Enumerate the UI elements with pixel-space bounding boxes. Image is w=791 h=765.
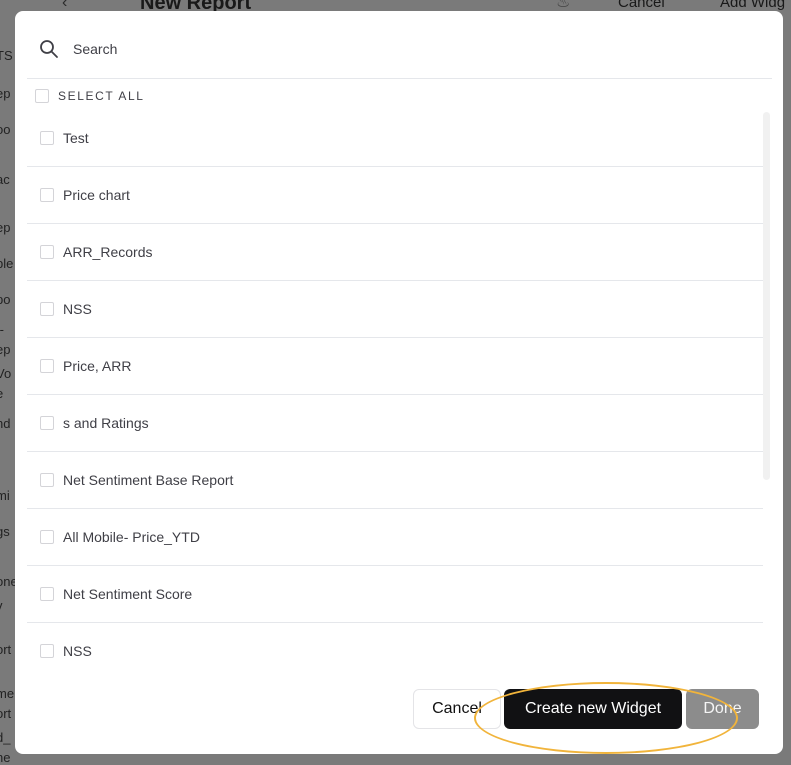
select-all-label: SELECT ALL (58, 89, 145, 103)
list-item[interactable]: All Mobile- Price_YTD (27, 509, 763, 566)
list-item-label: Net Sentiment Base Report (63, 472, 234, 488)
list-item-label: NSS (63, 643, 92, 659)
list-item[interactable]: Price chart (27, 167, 763, 224)
checkbox[interactable] (40, 473, 54, 487)
list-item-label: Net Sentiment Score (63, 586, 193, 602)
list-item[interactable]: NSS (27, 281, 763, 338)
checkbox[interactable] (40, 530, 54, 544)
list-item-label: Price, ARR (63, 358, 132, 374)
done-button[interactable]: Done (686, 689, 759, 729)
list-item[interactable]: NSS (27, 623, 763, 666)
checkbox[interactable] (40, 302, 54, 316)
checkbox[interactable] (40, 416, 54, 430)
checkbox[interactable] (40, 245, 54, 259)
list-scrollbar[interactable] (763, 112, 770, 480)
search-bar (27, 11, 772, 79)
list-item[interactable]: s and Ratings (27, 395, 763, 452)
list-item[interactable]: Price, ARR (27, 338, 763, 395)
select-all-checkbox[interactable]: SELECT ALL (35, 87, 145, 105)
search-icon (40, 40, 58, 58)
list-item-label: All Mobile- Price_YTD (63, 529, 200, 545)
checkbox[interactable] (40, 644, 54, 658)
checkbox[interactable] (35, 89, 49, 103)
list-item-label: Price chart (63, 187, 130, 203)
widget-list[interactable]: Test Price chart ARR_Records NSS Price, … (27, 110, 763, 666)
widget-picker-modal: SELECT ALL Test Price chart ARR_Records … (15, 11, 783, 754)
search-input[interactable] (71, 37, 675, 61)
list-item-label: NSS (63, 301, 92, 317)
list-item-label: ARR_Records (63, 244, 153, 260)
checkbox[interactable] (40, 188, 54, 202)
checkbox[interactable] (40, 587, 54, 601)
list-item[interactable]: Net Sentiment Score (27, 566, 763, 623)
list-item[interactable]: Net Sentiment Base Report (27, 452, 763, 509)
checkbox[interactable] (40, 359, 54, 373)
cancel-button[interactable]: Cancel (413, 689, 501, 729)
list-item-label: Test (63, 130, 89, 146)
checkbox[interactable] (40, 131, 54, 145)
list-item-label: s and Ratings (63, 415, 149, 431)
list-item[interactable]: ARR_Records (27, 224, 763, 281)
create-new-widget-button[interactable]: Create new Widget (504, 689, 682, 729)
list-item[interactable]: Test (27, 110, 763, 167)
